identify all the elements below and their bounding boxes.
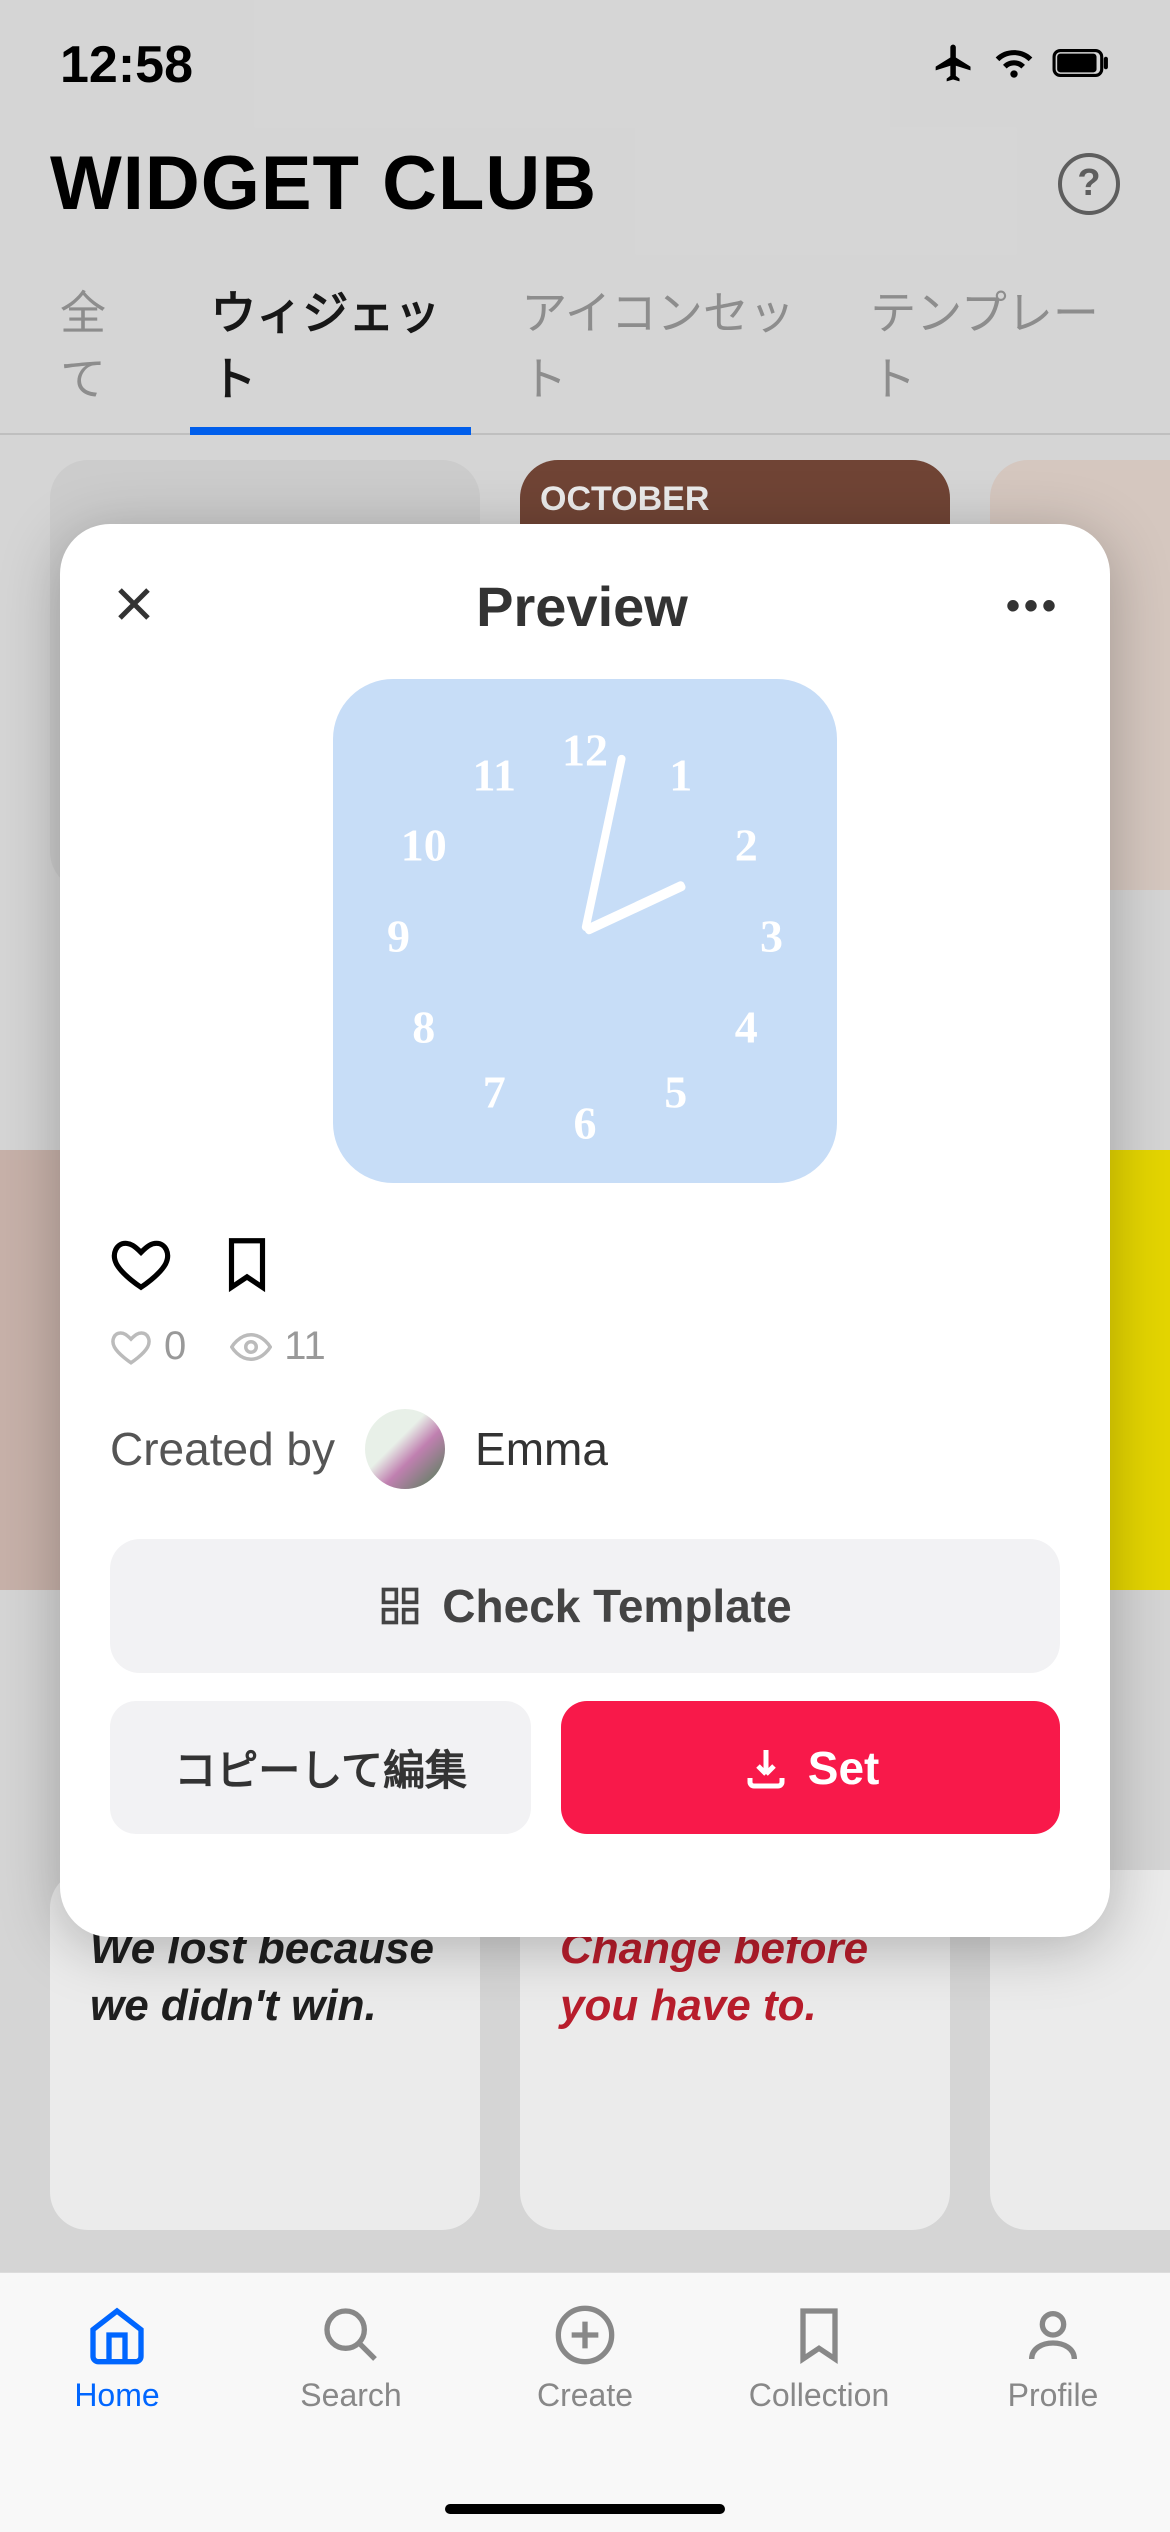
check-template-button[interactable]: Check Template <box>110 1539 1060 1673</box>
nav-profile-label: Profile <box>1008 2377 1099 2414</box>
bookmark-button[interactable] <box>216 1233 278 1300</box>
nav-home[interactable]: Home <box>0 2303 234 2414</box>
like-button[interactable] <box>110 1233 172 1300</box>
modal-title: Preview <box>476 574 688 639</box>
nav-collection-label: Collection <box>749 2377 890 2414</box>
clock-num-5: 5 <box>664 1066 687 1119</box>
bottom-nav: Home Search Create Collection Profile <box>0 2272 1170 2532</box>
clock-num-3: 3 <box>760 910 783 963</box>
clock-num-10: 10 <box>401 819 447 872</box>
search-icon <box>319 2303 383 2367</box>
creator-name: Emma <box>475 1422 608 1476</box>
preview-modal: Preview ••• 12 1 2 3 4 5 6 7 8 9 10 11 0… <box>60 524 1110 1937</box>
clock-num-4: 4 <box>735 1000 758 1053</box>
home-icon <box>85 2303 149 2367</box>
clock-num-2: 2 <box>735 819 758 872</box>
nav-search[interactable]: Search <box>234 2303 468 2414</box>
clock-num-6: 6 <box>574 1096 597 1149</box>
download-icon <box>742 1744 790 1792</box>
plus-icon <box>553 2303 617 2367</box>
like-count: 0 <box>110 1324 186 1369</box>
close-button[interactable] <box>110 580 158 633</box>
set-button[interactable]: Set <box>561 1701 1060 1834</box>
widget-preview: 12 1 2 3 4 5 6 7 8 9 10 11 <box>333 679 837 1183</box>
bookmark-icon <box>787 2303 851 2367</box>
set-label: Set <box>808 1741 880 1795</box>
nav-home-label: Home <box>74 2377 159 2414</box>
creator-avatar <box>365 1409 445 1489</box>
copy-edit-button[interactable]: コピーして編集 <box>110 1701 531 1834</box>
view-count-value: 11 <box>284 1324 326 1369</box>
nav-collection[interactable]: Collection <box>702 2303 936 2414</box>
clock-num-7: 7 <box>483 1066 506 1119</box>
profile-icon <box>1021 2303 1085 2367</box>
minute-hand <box>581 754 626 932</box>
copy-edit-label: コピーして編集 <box>174 1737 467 1798</box>
hour-hand <box>583 880 687 936</box>
creator-row[interactable]: Created by Emma <box>110 1409 1060 1489</box>
clock-num-12: 12 <box>562 723 608 776</box>
clock-num-11: 11 <box>473 748 516 801</box>
like-count-value: 0 <box>164 1324 186 1369</box>
nav-search-label: Search <box>300 2377 401 2414</box>
check-template-label: Check Template <box>442 1579 791 1633</box>
nav-profile[interactable]: Profile <box>936 2303 1170 2414</box>
nav-create[interactable]: Create <box>468 2303 702 2414</box>
clock-num-8: 8 <box>412 1000 435 1053</box>
grid-icon <box>378 1584 422 1628</box>
more-options-button[interactable]: ••• <box>1006 584 1060 629</box>
eye-icon <box>230 1326 272 1368</box>
clock-num-9: 9 <box>387 910 410 963</box>
heart-icon <box>110 1326 152 1368</box>
view-count: 11 <box>230 1324 326 1369</box>
nav-create-label: Create <box>537 2377 633 2414</box>
created-by-label: Created by <box>110 1422 335 1476</box>
home-indicator[interactable] <box>445 2504 725 2514</box>
clock-num-1: 1 <box>669 748 692 801</box>
